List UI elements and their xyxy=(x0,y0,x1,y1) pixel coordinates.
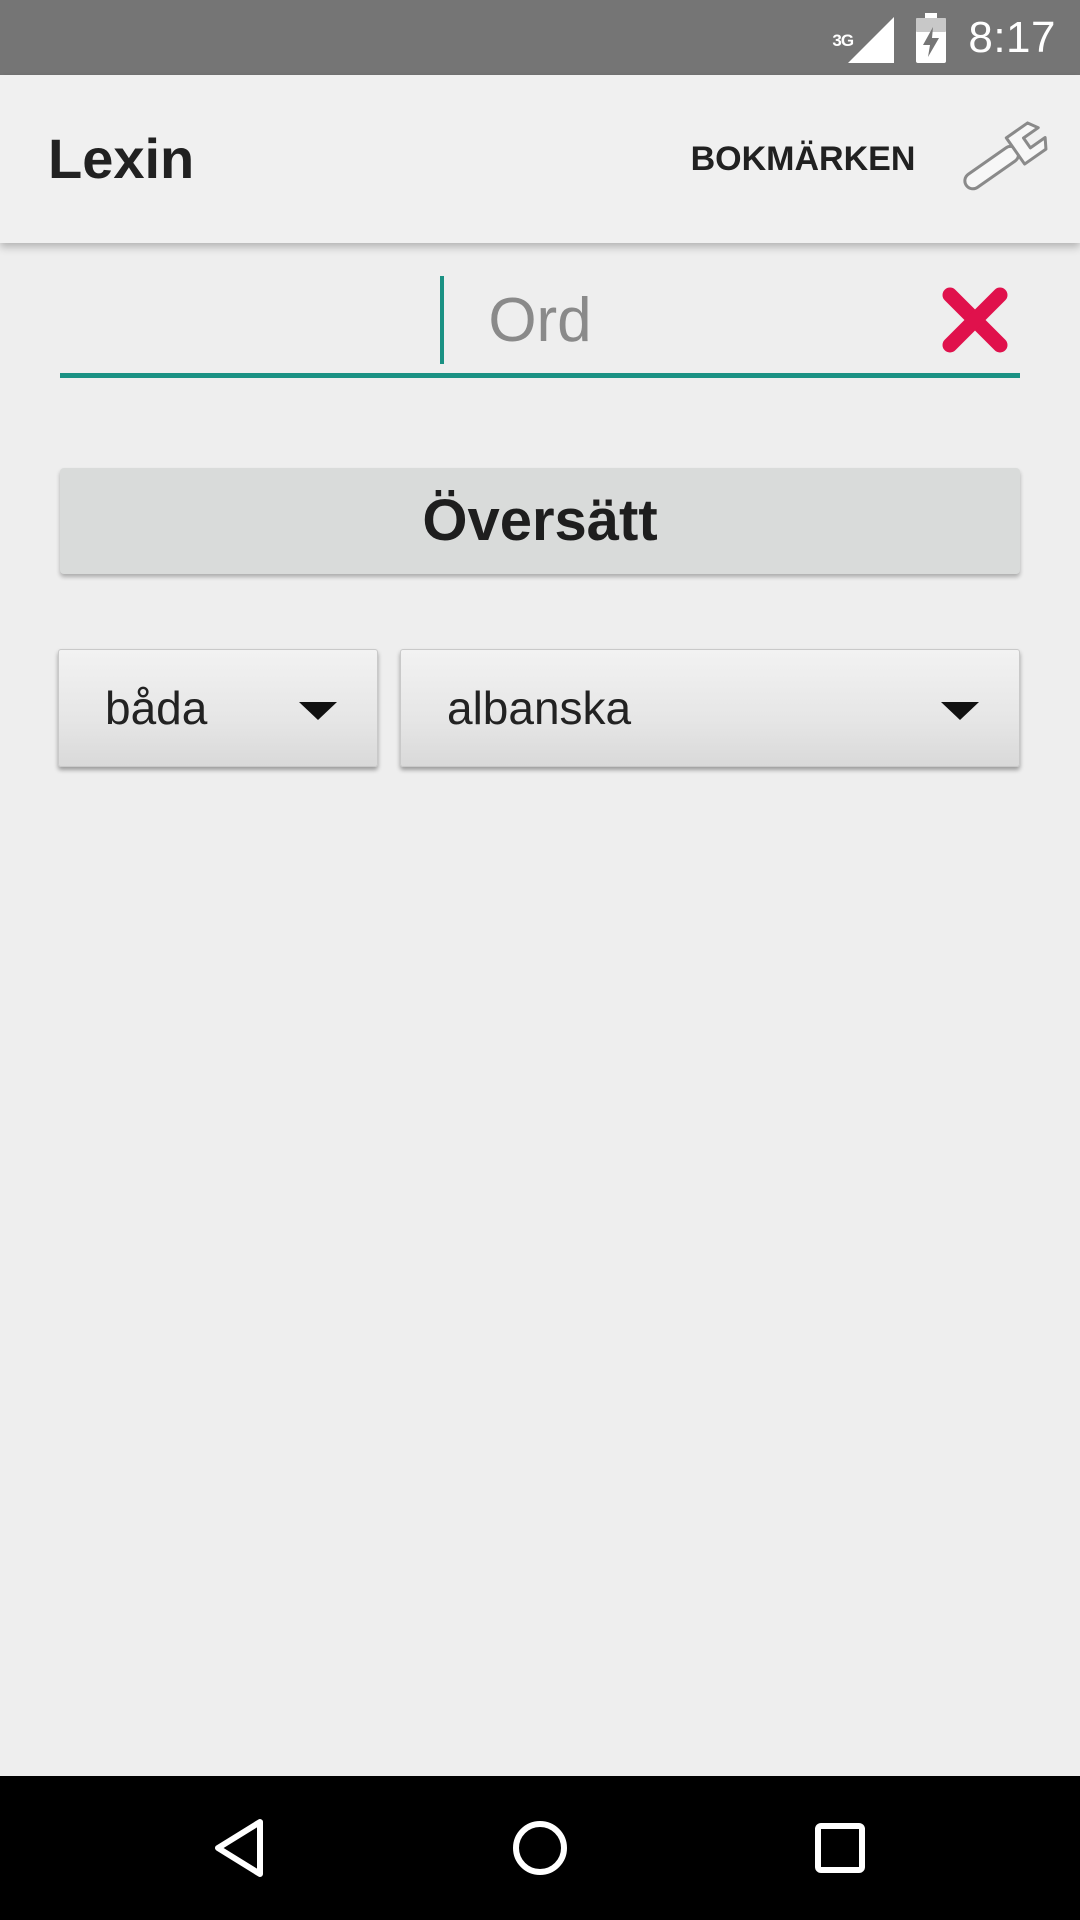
direction-spinner-value: båda xyxy=(105,682,208,734)
back-icon xyxy=(215,1819,263,1877)
settings-button[interactable] xyxy=(952,109,1056,209)
word-field xyxy=(60,268,1020,378)
home-icon xyxy=(513,1821,567,1875)
network-type-label: 3G xyxy=(832,30,854,50)
app-bar: Lexin BOKMÄRKEN xyxy=(0,75,1080,243)
chevron-down-icon xyxy=(941,702,979,720)
signal-indicator: 3G xyxy=(832,16,895,63)
chevron-down-icon xyxy=(299,702,337,720)
home-button[interactable] xyxy=(500,1808,580,1888)
language-spinner[interactable]: albanska xyxy=(400,649,1020,767)
status-bar: 3G 8:17 xyxy=(0,0,1080,75)
text-cursor xyxy=(440,276,444,364)
direction-spinner[interactable]: båda xyxy=(58,649,378,767)
status-icons: 3G 8:17 xyxy=(832,0,1056,75)
word-input[interactable] xyxy=(60,268,1020,373)
recents-button[interactable] xyxy=(800,1808,880,1888)
clear-icon xyxy=(942,287,1008,353)
battery-charging-icon xyxy=(916,12,947,63)
wrench-icon xyxy=(963,121,1048,191)
app-title: Lexin xyxy=(48,127,195,190)
language-spinner-value: albanska xyxy=(447,682,632,734)
bookmarks-button[interactable]: BOKMÄRKEN xyxy=(680,75,926,243)
clear-button[interactable] xyxy=(940,285,1010,355)
clock: 8:17 xyxy=(968,12,1056,62)
translate-button[interactable]: Översätt xyxy=(60,468,1020,574)
back-button[interactable] xyxy=(200,1808,280,1888)
recents-icon xyxy=(815,1823,865,1873)
navigation-bar xyxy=(0,1776,1080,1920)
